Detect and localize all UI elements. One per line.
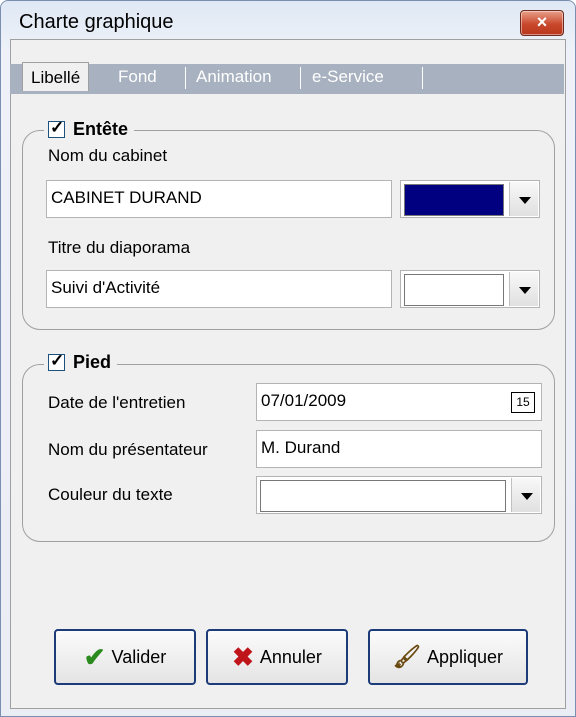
brush-icon: 🖌: [393, 644, 421, 669]
check-icon: ✔: [83, 641, 106, 672]
chevron-down-icon[interactable]: [509, 272, 538, 306]
title-bar[interactable]: Charte graphique ×: [1, 1, 575, 43]
tab-separator: [300, 67, 301, 89]
tab-fond[interactable]: Fond: [118, 64, 157, 90]
calendar-icon[interactable]: 15: [511, 392, 535, 413]
chevron-down-icon[interactable]: [509, 182, 538, 216]
date-entretien-input[interactable]: 07/01/2009 15: [256, 383, 542, 421]
presentateur-label: Nom du présentateur: [48, 440, 208, 459]
nom-cabinet-input[interactable]: CABINET DURAND: [46, 180, 392, 218]
tab-animation[interactable]: Animation: [196, 64, 272, 90]
couleur-texte-label: Couleur du texte: [48, 485, 173, 504]
annuler-label: Annuler: [259, 646, 322, 667]
titre-diaporama-input[interactable]: Suivi d'Activité: [46, 270, 392, 308]
chevron-down-icon[interactable]: [511, 478, 540, 512]
titre-color-select[interactable]: [400, 270, 540, 308]
entete-title: Entête: [73, 119, 129, 139]
entete-checkbox[interactable]: [48, 118, 65, 138]
pied-checkbox[interactable]: [48, 351, 65, 371]
window-title: Charte graphique: [19, 11, 174, 33]
tab-separator: [185, 67, 186, 89]
cross-icon: ✖: [232, 641, 254, 672]
valider-button[interactable]: ✔ Valider: [54, 629, 196, 685]
pied-legend[interactable]: Pied: [44, 351, 118, 373]
presentateur-input[interactable]: M. Durand: [256, 430, 542, 468]
tab-separator: [422, 67, 423, 89]
couleur-texte-select[interactable]: [256, 476, 542, 514]
close-button[interactable]: ×: [520, 10, 564, 36]
appliquer-button[interactable]: 🖌 Appliquer: [368, 629, 528, 685]
tab-libelle[interactable]: Libellé: [22, 62, 90, 91]
annuler-button[interactable]: ✖ Annuler: [206, 629, 348, 685]
tab-strip: Libellé Fond Animation e-Service: [10, 62, 564, 94]
pied-title: Pied: [73, 352, 112, 372]
entete-legend[interactable]: Entête: [44, 118, 135, 140]
date-entretien-label: Date de l'entretien: [48, 393, 186, 412]
appliquer-label: Appliquer: [426, 646, 503, 667]
tab-e-service[interactable]: e-Service: [312, 64, 384, 90]
close-icon: ×: [536, 12, 548, 32]
color-swatch: [404, 184, 504, 216]
nom-cabinet-label: Nom du cabinet: [48, 146, 168, 165]
titre-diaporama-label: Titre du diaporama: [48, 238, 191, 257]
date-value: 07/01/2009: [261, 391, 347, 410]
color-swatch: [404, 274, 504, 306]
nom-color-select[interactable]: [400, 180, 540, 218]
valider-label: Valider: [111, 646, 167, 667]
color-swatch: [260, 480, 506, 512]
